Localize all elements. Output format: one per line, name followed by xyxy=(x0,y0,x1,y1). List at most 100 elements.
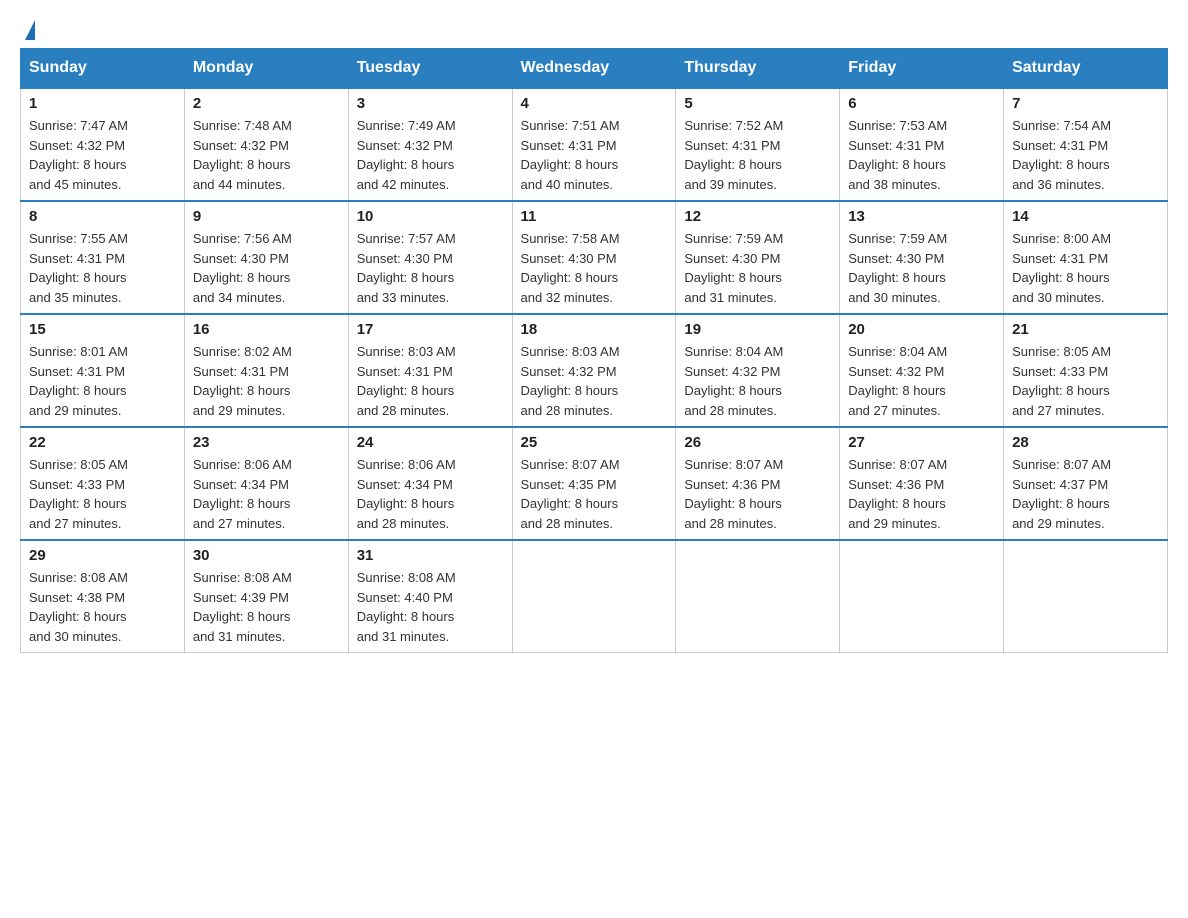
day-number: 1 xyxy=(29,95,176,112)
day-number: 20 xyxy=(848,321,995,338)
header-cell-tuesday: Tuesday xyxy=(348,49,512,89)
day-cell: 23 Sunrise: 8:06 AM Sunset: 4:34 PM Dayl… xyxy=(184,427,348,540)
day-cell: 16 Sunrise: 8:02 AM Sunset: 4:31 PM Dayl… xyxy=(184,314,348,427)
day-number: 28 xyxy=(1012,434,1159,451)
week-row-4: 22 Sunrise: 8:05 AM Sunset: 4:33 PM Dayl… xyxy=(21,427,1168,540)
day-cell: 6 Sunrise: 7:53 AM Sunset: 4:31 PM Dayli… xyxy=(840,88,1004,201)
day-number: 13 xyxy=(848,208,995,225)
day-number: 24 xyxy=(357,434,504,451)
header-row: SundayMondayTuesdayWednesdayThursdayFrid… xyxy=(21,49,1168,89)
day-cell: 26 Sunrise: 8:07 AM Sunset: 4:36 PM Dayl… xyxy=(676,427,840,540)
day-info: Sunrise: 8:05 AM Sunset: 4:33 PM Dayligh… xyxy=(1012,342,1159,420)
day-number: 6 xyxy=(848,95,995,112)
day-number: 26 xyxy=(684,434,831,451)
day-number: 18 xyxy=(521,321,668,338)
day-cell: 13 Sunrise: 7:59 AM Sunset: 4:30 PM Dayl… xyxy=(840,201,1004,314)
day-info: Sunrise: 8:05 AM Sunset: 4:33 PM Dayligh… xyxy=(29,455,176,533)
day-info: Sunrise: 7:58 AM Sunset: 4:30 PM Dayligh… xyxy=(521,229,668,307)
day-number: 9 xyxy=(193,208,340,225)
day-cell xyxy=(512,540,676,653)
day-number: 3 xyxy=(357,95,504,112)
calendar-header: SundayMondayTuesdayWednesdayThursdayFrid… xyxy=(21,49,1168,89)
day-info: Sunrise: 7:57 AM Sunset: 4:30 PM Dayligh… xyxy=(357,229,504,307)
day-cell: 19 Sunrise: 8:04 AM Sunset: 4:32 PM Dayl… xyxy=(676,314,840,427)
day-cell: 24 Sunrise: 8:06 AM Sunset: 4:34 PM Dayl… xyxy=(348,427,512,540)
day-cell: 21 Sunrise: 8:05 AM Sunset: 4:33 PM Dayl… xyxy=(1004,314,1168,427)
day-cell: 10 Sunrise: 7:57 AM Sunset: 4:30 PM Dayl… xyxy=(348,201,512,314)
day-number: 29 xyxy=(29,547,176,564)
day-info: Sunrise: 8:06 AM Sunset: 4:34 PM Dayligh… xyxy=(357,455,504,533)
day-info: Sunrise: 8:03 AM Sunset: 4:31 PM Dayligh… xyxy=(357,342,504,420)
header-cell-monday: Monday xyxy=(184,49,348,89)
day-cell: 27 Sunrise: 8:07 AM Sunset: 4:36 PM Dayl… xyxy=(840,427,1004,540)
day-cell: 7 Sunrise: 7:54 AM Sunset: 4:31 PM Dayli… xyxy=(1004,88,1168,201)
week-row-5: 29 Sunrise: 8:08 AM Sunset: 4:38 PM Dayl… xyxy=(21,540,1168,653)
day-cell: 1 Sunrise: 7:47 AM Sunset: 4:32 PM Dayli… xyxy=(21,88,185,201)
day-cell: 2 Sunrise: 7:48 AM Sunset: 4:32 PM Dayli… xyxy=(184,88,348,201)
logo-triangle-icon xyxy=(25,20,35,40)
day-number: 22 xyxy=(29,434,176,451)
day-info: Sunrise: 8:00 AM Sunset: 4:31 PM Dayligh… xyxy=(1012,229,1159,307)
day-number: 16 xyxy=(193,321,340,338)
calendar-table: SundayMondayTuesdayWednesdayThursdayFrid… xyxy=(20,48,1168,653)
day-cell: 29 Sunrise: 8:08 AM Sunset: 4:38 PM Dayl… xyxy=(21,540,185,653)
day-info: Sunrise: 8:04 AM Sunset: 4:32 PM Dayligh… xyxy=(848,342,995,420)
day-number: 8 xyxy=(29,208,176,225)
day-info: Sunrise: 8:07 AM Sunset: 4:36 PM Dayligh… xyxy=(848,455,995,533)
day-info: Sunrise: 8:08 AM Sunset: 4:40 PM Dayligh… xyxy=(357,568,504,646)
day-info: Sunrise: 8:08 AM Sunset: 4:38 PM Dayligh… xyxy=(29,568,176,646)
day-number: 21 xyxy=(1012,321,1159,338)
day-number: 17 xyxy=(357,321,504,338)
day-cell xyxy=(1004,540,1168,653)
day-number: 12 xyxy=(684,208,831,225)
day-info: Sunrise: 8:03 AM Sunset: 4:32 PM Dayligh… xyxy=(521,342,668,420)
week-row-2: 8 Sunrise: 7:55 AM Sunset: 4:31 PM Dayli… xyxy=(21,201,1168,314)
day-number: 30 xyxy=(193,547,340,564)
header-cell-sunday: Sunday xyxy=(21,49,185,89)
day-cell: 22 Sunrise: 8:05 AM Sunset: 4:33 PM Dayl… xyxy=(21,427,185,540)
day-cell: 18 Sunrise: 8:03 AM Sunset: 4:32 PM Dayl… xyxy=(512,314,676,427)
day-number: 15 xyxy=(29,321,176,338)
page-header xyxy=(20,20,1168,38)
day-info: Sunrise: 8:04 AM Sunset: 4:32 PM Dayligh… xyxy=(684,342,831,420)
day-info: Sunrise: 8:07 AM Sunset: 4:35 PM Dayligh… xyxy=(521,455,668,533)
day-info: Sunrise: 8:08 AM Sunset: 4:39 PM Dayligh… xyxy=(193,568,340,646)
logo xyxy=(20,20,35,38)
day-info: Sunrise: 8:06 AM Sunset: 4:34 PM Dayligh… xyxy=(193,455,340,533)
day-number: 27 xyxy=(848,434,995,451)
calendar-body: 1 Sunrise: 7:47 AM Sunset: 4:32 PM Dayli… xyxy=(21,88,1168,653)
day-info: Sunrise: 7:47 AM Sunset: 4:32 PM Dayligh… xyxy=(29,116,176,194)
day-number: 2 xyxy=(193,95,340,112)
day-cell: 3 Sunrise: 7:49 AM Sunset: 4:32 PM Dayli… xyxy=(348,88,512,201)
day-info: Sunrise: 7:49 AM Sunset: 4:32 PM Dayligh… xyxy=(357,116,504,194)
day-cell: 25 Sunrise: 8:07 AM Sunset: 4:35 PM Dayl… xyxy=(512,427,676,540)
day-info: Sunrise: 7:53 AM Sunset: 4:31 PM Dayligh… xyxy=(848,116,995,194)
day-info: Sunrise: 7:59 AM Sunset: 4:30 PM Dayligh… xyxy=(848,229,995,307)
day-cell: 12 Sunrise: 7:59 AM Sunset: 4:30 PM Dayl… xyxy=(676,201,840,314)
day-number: 31 xyxy=(357,547,504,564)
day-number: 14 xyxy=(1012,208,1159,225)
day-info: Sunrise: 7:51 AM Sunset: 4:31 PM Dayligh… xyxy=(521,116,668,194)
day-cell: 4 Sunrise: 7:51 AM Sunset: 4:31 PM Dayli… xyxy=(512,88,676,201)
day-number: 10 xyxy=(357,208,504,225)
day-info: Sunrise: 8:07 AM Sunset: 4:37 PM Dayligh… xyxy=(1012,455,1159,533)
day-cell: 31 Sunrise: 8:08 AM Sunset: 4:40 PM Dayl… xyxy=(348,540,512,653)
header-cell-saturday: Saturday xyxy=(1004,49,1168,89)
day-info: Sunrise: 8:07 AM Sunset: 4:36 PM Dayligh… xyxy=(684,455,831,533)
day-info: Sunrise: 7:52 AM Sunset: 4:31 PM Dayligh… xyxy=(684,116,831,194)
day-number: 4 xyxy=(521,95,668,112)
day-number: 23 xyxy=(193,434,340,451)
header-cell-wednesday: Wednesday xyxy=(512,49,676,89)
day-number: 19 xyxy=(684,321,831,338)
day-info: Sunrise: 7:59 AM Sunset: 4:30 PM Dayligh… xyxy=(684,229,831,307)
day-cell xyxy=(840,540,1004,653)
day-cell: 20 Sunrise: 8:04 AM Sunset: 4:32 PM Dayl… xyxy=(840,314,1004,427)
day-number: 25 xyxy=(521,434,668,451)
day-cell: 28 Sunrise: 8:07 AM Sunset: 4:37 PM Dayl… xyxy=(1004,427,1168,540)
day-number: 11 xyxy=(521,208,668,225)
day-cell: 17 Sunrise: 8:03 AM Sunset: 4:31 PM Dayl… xyxy=(348,314,512,427)
day-info: Sunrise: 7:56 AM Sunset: 4:30 PM Dayligh… xyxy=(193,229,340,307)
day-info: Sunrise: 8:02 AM Sunset: 4:31 PM Dayligh… xyxy=(193,342,340,420)
week-row-1: 1 Sunrise: 7:47 AM Sunset: 4:32 PM Dayli… xyxy=(21,88,1168,201)
day-info: Sunrise: 7:55 AM Sunset: 4:31 PM Dayligh… xyxy=(29,229,176,307)
